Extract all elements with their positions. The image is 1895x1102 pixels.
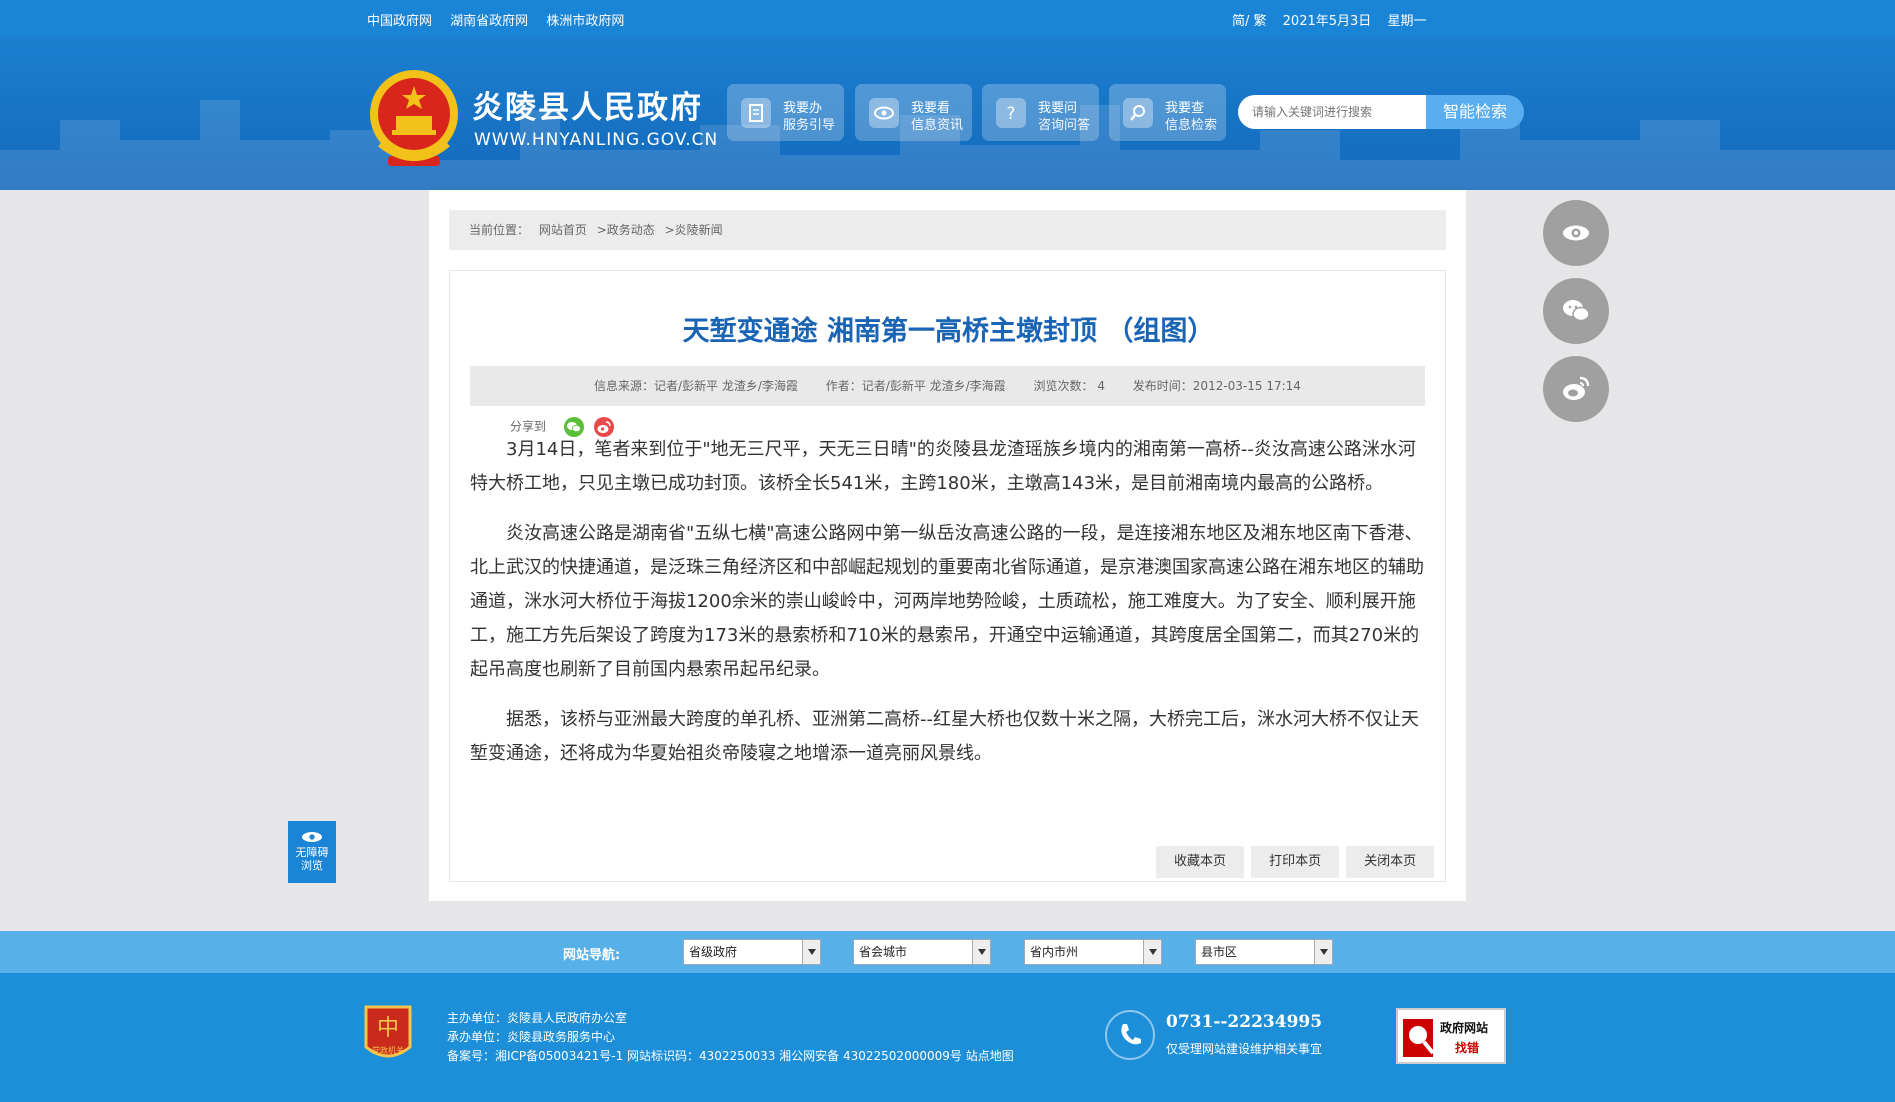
svg-text:?: ? [1006, 104, 1015, 124]
quick-button-service-guide[interactable]: 我要办 服务引导 [727, 84, 844, 141]
top-right-info: 简/ 繁 2021年5月3日 星期一 [1232, 10, 1438, 29]
quick-button-line2: 咨询问答 [1038, 118, 1091, 133]
national-emblem-icon [370, 70, 458, 166]
article-paragraph: 炎汝高速公路是湖南省"五纵七横"高速公路网中第一纵岳汝高速公路的一段，是连接湘东… [470, 523, 1424, 680]
current-date: 2021年5月3日 [1282, 14, 1372, 29]
eye-icon [302, 832, 322, 842]
site-nav-label: 网站导航: [563, 948, 621, 963]
article-author: 作者：记者/彭新平 龙渣乡/李海霞 [825, 379, 1006, 393]
accessibility-button[interactable]: 无障碍 浏览 [288, 821, 336, 883]
chevron-down-icon [972, 940, 990, 964]
gov-links: 中国政府网 湖南省政府网 株洲市政府网 [367, 10, 638, 29]
select-value: 省会城市 [859, 945, 908, 959]
footer-phone-note: 仅受理网站建设维护相关事宜 [1166, 1042, 1323, 1056]
site-title: 炎陵县人民政府 [472, 90, 703, 126]
quick-button-line2: 信息资讯 [911, 118, 964, 133]
find-error-line1: 政府网站 [1440, 1021, 1489, 1035]
footer-record: 备案号：湘ICP备05003421号-1 网站标识码：4302250033 湘公… [447, 1049, 1014, 1063]
link-zhuzhou-gov[interactable]: 株洲市政府网 [546, 14, 624, 29]
select-capital-cities[interactable]: 省会城市 [853, 939, 991, 965]
lang-switch[interactable]: 简/ 繁 [1232, 14, 1267, 29]
article-actions: 收藏本页 打印本页 关闭本页 [1154, 846, 1435, 878]
article: 天堑变通途 湘南第一高桥主墩封顶 （组图） 信息来源：记者/彭新平 龙渣乡/李海… [449, 270, 1446, 882]
find-error-line2: 找错 [1455, 1041, 1480, 1055]
breadcrumb-label: 当前位置： [469, 223, 530, 237]
svg-text:中: 中 [377, 1016, 399, 1041]
breadcrumb-local-news[interactable]: >炎陵新闻 [665, 223, 723, 237]
search-button[interactable]: 智能检索 [1426, 95, 1524, 129]
breadcrumb-gov-news[interactable]: >政务动态 [597, 223, 655, 237]
accessibility-label-1: 无障碍 [295, 846, 329, 859]
breadcrumb-home[interactable]: 网站首页 [539, 223, 587, 237]
footer-phone: 0731--22234995 [1166, 1012, 1323, 1032]
select-value: 省级政府 [689, 945, 738, 959]
question-icon: ? [996, 98, 1026, 128]
party-logo-text: 党政机关 [372, 1045, 404, 1055]
article-title: 天堑变通途 湘南第一高桥主墩封顶 （组图） [682, 316, 1215, 347]
select-value: 县市区 [1201, 945, 1238, 959]
article-published: 发布时间：2012-03-15 17:14 [1132, 379, 1301, 393]
content-panel: 当前位置： 网站首页 >政务动态 >炎陵新闻 天堑变通途 湘南第一高桥主墩封顶 … [429, 190, 1466, 901]
select-prefectures[interactable]: 省内市州 [1024, 939, 1162, 965]
breadcrumb: 当前位置： 网站首页 >政务动态 >炎陵新闻 [449, 210, 1446, 250]
quick-button-retrieval[interactable]: 我要查 信息检索 [1109, 84, 1226, 141]
search-icon [1123, 98, 1153, 128]
footer-sponsor: 主办单位：炎陵县人民政府办公室 [447, 1011, 628, 1025]
article-meta: 信息来源：记者/彭新平 龙渣乡/李海霞 作者：记者/彭新平 龙渣乡/李海霞 浏览… [470, 366, 1425, 406]
quick-button-line2: 信息检索 [1165, 118, 1218, 133]
article-paragraph: 3月14日，笔者来到位于"地无三尺平，天无三日晴"的炎陵县龙渣瑶族乡境内的湘南第… [470, 439, 1416, 494]
close-page-button[interactable]: 关闭本页 [1346, 846, 1435, 878]
select-value: 省内市州 [1030, 945, 1079, 959]
site-nav-bar: 网站导航: 省级政府 省会城市 省内市州 县市区 [0, 931, 1895, 973]
quick-button-info[interactable]: 我要看 信息资讯 [855, 84, 972, 141]
share-label: 分享到 [510, 419, 547, 434]
bookmark-button[interactable]: 收藏本页 [1156, 846, 1244, 878]
document-icon [741, 98, 771, 128]
eye-icon [1563, 225, 1589, 241]
float-eye-button[interactable] [1543, 200, 1609, 266]
eye-icon [869, 98, 899, 128]
float-wechat-button[interactable] [1543, 278, 1609, 344]
article-source: 信息来源：记者/彭新平 龙渣乡/李海霞 [594, 379, 798, 393]
article-body: 3月14日，笔者来到位于"地无三尺平，天无三日晴"的炎陵县龙渣瑶族乡境内的湘南第… [470, 433, 1428, 787]
article-views: 浏览次数： 4 [1033, 379, 1105, 393]
article-paragraph: 据悉，该桥与亚洲最大跨度的单孔桥、亚洲第二高桥--红星大桥也仅数十米之隔，大桥完… [470, 709, 1419, 764]
link-hunan-gov[interactable]: 湖南省政府网 [450, 14, 528, 29]
chevron-down-icon [1314, 940, 1332, 964]
current-weekday: 星期一 [1387, 14, 1427, 29]
top-bar: 中国政府网 湖南省政府网 株洲市政府网 简/ 繁 2021年5月3日 星期一 [0, 0, 1895, 36]
quick-button-qa[interactable]: ? 我要问 咨询问答 [982, 84, 1099, 141]
chevron-down-icon [802, 940, 820, 964]
link-central-gov[interactable]: 中国政府网 [367, 14, 432, 29]
select-provincial-gov[interactable]: 省级政府 [683, 939, 821, 965]
search-input[interactable] [1238, 95, 1426, 129]
accessibility-label-2: 浏览 [301, 859, 323, 872]
footer-organizer: 承办单位：炎陵县政务服务中心 [447, 1030, 616, 1044]
float-weibo-button[interactable] [1543, 356, 1609, 422]
weibo-icon [1563, 376, 1590, 400]
select-counties[interactable]: 县市区 [1195, 939, 1333, 965]
site-footer: 中 党政机关 主办单位：炎陵县人民政府办公室 承办单位：炎陵县政务服务中心 备案… [0, 973, 1895, 1102]
footer-info: 主办单位：炎陵县人民政府办公室 承办单位：炎陵县政务服务中心 备案号：湘ICP备… [447, 1009, 1014, 1066]
site-domain: WWW.HNYANLING.GOV.CN [474, 130, 719, 150]
find-error-badge[interactable]: 政府网站 找错 [1396, 1008, 1506, 1064]
wechat-icon [1563, 300, 1590, 322]
magnifier-icon [1403, 1019, 1435, 1057]
chevron-down-icon [1143, 940, 1161, 964]
site-header: 炎陵县人民政府 WWW.HNYANLING.GOV.CN 我要办 服务引导 我要… [0, 36, 1895, 190]
quick-button-line2: 服务引导 [783, 118, 836, 133]
print-button[interactable]: 打印本页 [1251, 846, 1340, 878]
phone-icon [1105, 1010, 1155, 1060]
party-gov-logo-icon: 中 党政机关 [364, 1005, 412, 1058]
